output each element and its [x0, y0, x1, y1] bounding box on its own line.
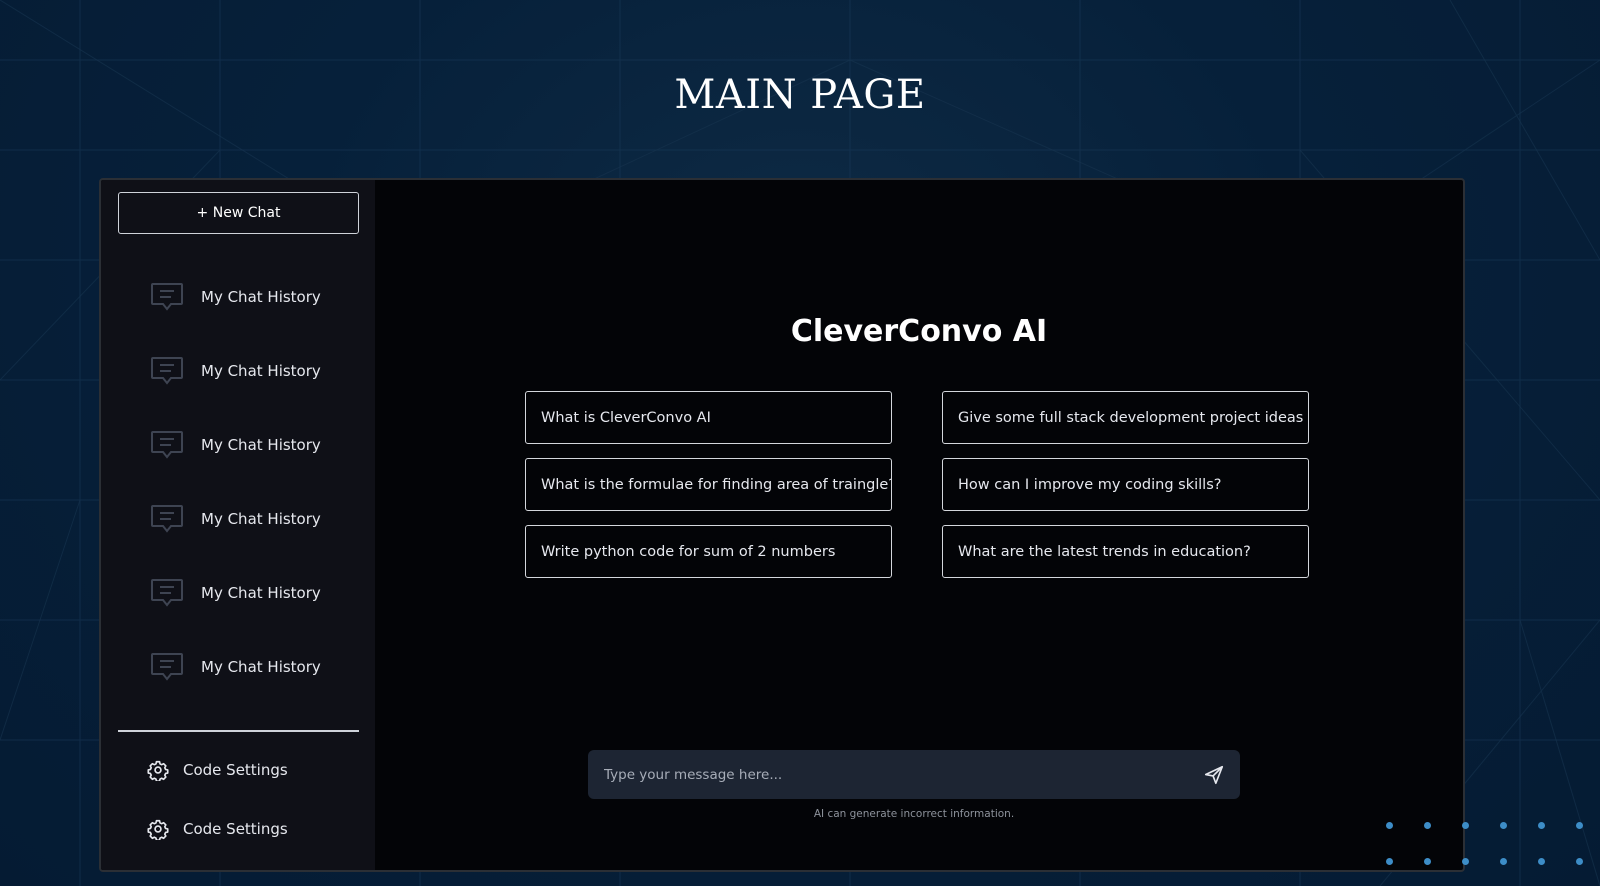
decorative-dot [1386, 822, 1393, 829]
suggestion-card[interactable]: Give some full stack development project… [942, 391, 1309, 444]
sidebar-item-chat-history[interactable]: My Chat History [101, 482, 375, 556]
decorative-dot [1576, 858, 1583, 865]
message-composer [588, 750, 1240, 799]
message-input[interactable] [602, 765, 1202, 784]
sidebar-item-label: My Chat History [201, 510, 321, 528]
new-chat-button[interactable]: + New Chat [118, 192, 359, 234]
sidebar-item-chat-history[interactable]: My Chat History [101, 408, 375, 482]
chat-bubble-icon [151, 653, 183, 681]
sidebar: + New Chat My Chat History My Chat Histo… [101, 180, 375, 870]
gear-icon [147, 760, 169, 781]
chat-bubble-icon [151, 505, 183, 533]
chat-bubble-icon [151, 431, 183, 459]
sidebar-item-code-settings[interactable]: Code Settings [101, 799, 375, 858]
decorative-dot [1462, 822, 1469, 829]
decorative-dots [1380, 816, 1600, 876]
decorative-dot [1576, 822, 1583, 829]
decorative-dot [1538, 858, 1545, 865]
sidebar-item-label: My Chat History [201, 288, 321, 306]
decorative-dot [1424, 858, 1431, 865]
send-icon [1204, 765, 1224, 784]
sidebar-item-label: My Chat History [201, 436, 321, 454]
decorative-dot [1424, 822, 1431, 829]
decorative-dot [1500, 822, 1507, 829]
decorative-dot [1500, 858, 1507, 865]
page-title: MAIN PAGE [674, 72, 926, 118]
sidebar-item-chat-history[interactable]: My Chat History [101, 334, 375, 408]
settings-list: Code Settings Code Settings [101, 740, 375, 858]
suggestion-card[interactable]: What are the latest trends in education? [942, 525, 1309, 578]
settings-item-label: Code Settings [183, 760, 288, 779]
chat-bubble-icon [151, 283, 183, 311]
suggestion-card[interactable]: How can I improve my coding skills? [942, 458, 1309, 511]
suggestion-card[interactable]: What is CleverConvo AI [525, 391, 892, 444]
chat-history-list: My Chat History My Chat History My Chat … [101, 260, 375, 704]
sidebar-item-label: My Chat History [201, 362, 321, 380]
sidebar-divider [118, 730, 359, 732]
sidebar-item-code-settings[interactable]: Code Settings [101, 740, 375, 799]
suggestion-card[interactable]: What is the formulae for finding area of… [525, 458, 892, 511]
sidebar-item-chat-history[interactable]: My Chat History [101, 630, 375, 704]
sidebar-item-chat-history[interactable]: My Chat History [101, 260, 375, 334]
chat-main-area: CleverConvo AI What is CleverConvo AI Gi… [375, 180, 1463, 870]
decorative-dot [1386, 858, 1393, 865]
settings-item-label: Code Settings [183, 819, 288, 838]
sidebar-item-chat-history[interactable]: My Chat History [101, 556, 375, 630]
app-brand-title: CleverConvo AI [790, 314, 1048, 349]
disclaimer-text: AI can generate incorrect information. [813, 808, 1015, 820]
sidebar-item-label: My Chat History [201, 658, 321, 676]
sidebar-item-label: My Chat History [201, 584, 321, 602]
gear-icon [147, 819, 169, 840]
chat-bubble-icon [151, 579, 183, 607]
suggestion-grid: What is CleverConvo AI Give some full st… [525, 391, 1309, 578]
decorative-dot [1538, 822, 1545, 829]
chat-app-window: + New Chat My Chat History My Chat Histo… [99, 178, 1465, 872]
chat-bubble-icon [151, 357, 183, 385]
decorative-dot [1462, 858, 1469, 865]
suggestion-card[interactable]: Write python code for sum of 2 numbers [525, 525, 892, 578]
send-button[interactable] [1202, 763, 1226, 787]
